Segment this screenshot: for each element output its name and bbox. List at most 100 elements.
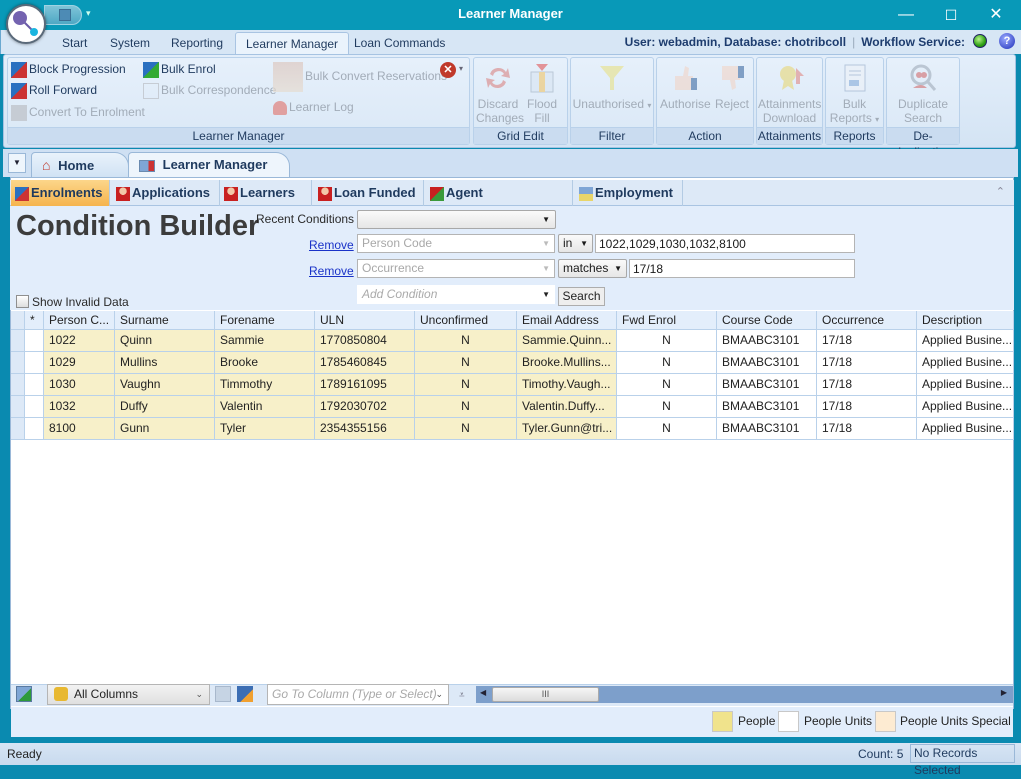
subtab-learners[interactable]: Learners: [220, 180, 312, 206]
condition-field-select[interactable]: Person Code ▼: [357, 234, 555, 253]
discard-changes-button[interactable]: Discard Changes: [476, 62, 524, 125]
edit-columns-icon[interactable]: [237, 686, 253, 702]
table-cell[interactable]: Gunn: [115, 418, 215, 440]
subtab-applications[interactable]: Applications: [112, 180, 220, 206]
table-cell[interactable]: 17/18: [817, 396, 917, 418]
column-header[interactable]: Surname: [115, 311, 215, 330]
doc-tab-learner-manager[interactable]: Learner Manager ✕: [128, 152, 290, 196]
remove-condition-link[interactable]: Remove: [309, 264, 354, 278]
table-cell[interactable]: 1032: [44, 396, 115, 418]
subtab-employment[interactable]: Employment: [575, 180, 683, 206]
row-selector[interactable]: [11, 330, 25, 352]
unauthorised-filter-button[interactable]: Unauthorised ▾: [572, 62, 652, 113]
recent-conditions-select[interactable]: ▼: [357, 210, 556, 229]
bulk-convert-reservations-button[interactable]: Bulk Convert Reservations: [273, 62, 447, 92]
document-tab-dropdown-icon[interactable]: ▼: [8, 153, 26, 173]
condition-operator-select[interactable]: matches ▼: [558, 259, 627, 278]
table-cell[interactable]: Tyler: [215, 418, 315, 440]
column-header[interactable]: Occurrence: [817, 311, 917, 330]
duplicate-search-button[interactable]: Duplicate Search: [888, 62, 958, 125]
table-row[interactable]: 8100 Gunn Tyler 2354355156 N Tyler.Gunn@tri..…: [11, 418, 1014, 440]
learner-log-button[interactable]: Learner Log: [273, 100, 354, 115]
table-cell[interactable]: 17/18: [817, 352, 917, 374]
table-cell[interactable]: N: [617, 352, 717, 374]
table-cell[interactable]: BMAABC3101: [717, 396, 817, 418]
column-header[interactable]: Email Address: [517, 311, 617, 330]
table-cell[interactable]: 1785460845: [315, 352, 415, 374]
table-cell[interactable]: 1029: [44, 352, 115, 374]
table-cell[interactable]: Timothy.Vaugh...: [517, 374, 617, 396]
table-cell[interactable]: 1792030702: [315, 396, 415, 418]
table-cell[interactable]: Valentin: [215, 396, 315, 418]
authorise-button[interactable]: Authorise: [660, 62, 711, 111]
ribbon-tab-system[interactable]: System: [100, 32, 160, 54]
table-cell[interactable]: Quinn: [115, 330, 215, 352]
table-cell[interactable]: Mullins: [115, 352, 215, 374]
table-cell[interactable]: N: [415, 352, 517, 374]
column-header[interactable]: Course Code: [717, 311, 817, 330]
table-cell[interactable]: 17/18: [817, 374, 917, 396]
column-header[interactable]: Person C...: [44, 311, 115, 330]
bulk-reports-button[interactable]: Bulk Reports ▾: [827, 62, 882, 127]
table-cell[interactable]: Valentin.Duffy...: [517, 396, 617, 418]
condition-value-input[interactable]: [595, 234, 855, 253]
cancel-dropdown-icon[interactable]: ▾: [459, 64, 463, 73]
table-cell[interactable]: 8100: [44, 418, 115, 440]
table-cell[interactable]: Applied Busine...: [917, 374, 1014, 396]
bulk-enrol-button[interactable]: Bulk Enrol: [143, 62, 216, 78]
table-cell[interactable]: Sammie.Quinn...: [517, 330, 617, 352]
table-row[interactable]: 1032 Duffy Valentin 1792030702 N Valentin.Duf…: [11, 396, 1014, 418]
table-cell[interactable]: BMAABC3101: [717, 330, 817, 352]
reject-button[interactable]: Reject: [712, 62, 752, 111]
ribbon-tab-loan-commands[interactable]: Loan Commands: [344, 32, 455, 54]
help-icon[interactable]: ?: [999, 33, 1015, 49]
column-header[interactable]: Forename: [215, 311, 315, 330]
subtab-enrolments[interactable]: Enrolments: [11, 180, 110, 206]
scroll-left-icon[interactable]: ◀: [480, 688, 486, 697]
ribbon-tab-reporting[interactable]: Reporting: [161, 32, 233, 54]
table-cell[interactable]: N: [617, 374, 717, 396]
close-button[interactable]: ✕: [973, 0, 1019, 30]
table-cell[interactable]: Vaughn: [115, 374, 215, 396]
ribbon-tab-learner-manager[interactable]: Learner Manager: [235, 32, 350, 54]
column-header[interactable]: Unconfirmed: [415, 311, 517, 330]
table-cell[interactable]: N: [415, 396, 517, 418]
table-cell[interactable]: BMAABC3101: [717, 374, 817, 396]
table-row[interactable]: 1030 Vaughn Timmothy 1789161095 N Timothy.Vau…: [11, 374, 1014, 396]
maximize-button[interactable]: ☐: [928, 0, 974, 30]
table-cell[interactable]: N: [415, 418, 517, 440]
table-cell[interactable]: Sammie: [215, 330, 315, 352]
condition-value-input[interactable]: [629, 259, 855, 278]
table-cell[interactable]: Brooke.Mullins...: [517, 352, 617, 374]
column-set-select[interactable]: All Columns ⌄: [47, 684, 210, 705]
ribbon-tab-start[interactable]: Start: [52, 32, 97, 54]
table-cell[interactable]: BMAABC3101: [717, 352, 817, 374]
table-cell[interactable]: 1022: [44, 330, 115, 352]
cancel-icon[interactable]: ✕: [440, 62, 456, 78]
table-cell[interactable]: N: [617, 330, 717, 352]
table-cell[interactable]: Timmothy: [215, 374, 315, 396]
row-selector[interactable]: [11, 374, 25, 396]
table-cell[interactable]: Duffy: [115, 396, 215, 418]
table-cell[interactable]: N: [617, 396, 717, 418]
subtab-agent-progressions[interactable]: Agent Progressions: [426, 180, 573, 225]
block-progression-button[interactable]: Block Progression: [11, 62, 126, 78]
collapse-panel-icon[interactable]: ⌃: [996, 185, 1005, 198]
quick-access-dropdown-icon[interactable]: ▾: [86, 8, 91, 19]
table-cell[interactable]: 1030: [44, 374, 115, 396]
table-cell[interactable]: 17/18: [817, 418, 917, 440]
attainments-download-button[interactable]: Attainments Download: [758, 62, 821, 125]
scrollbar-thumb[interactable]: III: [492, 687, 599, 702]
scroll-right-icon[interactable]: ▶: [1001, 688, 1007, 697]
row-selector[interactable]: [11, 396, 25, 418]
bulk-correspondence-button[interactable]: Bulk Correspondence: [143, 83, 276, 99]
table-cell[interactable]: N: [617, 418, 717, 440]
doc-tab-home[interactable]: ⌂ Home: [31, 152, 129, 177]
table-cell[interactable]: N: [415, 330, 517, 352]
condition-field-select[interactable]: Occurrence ▼: [357, 259, 555, 278]
export-excel-icon[interactable]: [16, 686, 32, 702]
toolbar-overflow-icon[interactable]: ⩡: [459, 690, 465, 701]
table-row[interactable]: 1029 Mullins Brooke 1785460845 N Brooke.Mulli…: [11, 352, 1014, 374]
add-condition-select[interactable]: Add Condition ▼: [357, 285, 555, 304]
minimize-button[interactable]: —: [883, 0, 929, 30]
